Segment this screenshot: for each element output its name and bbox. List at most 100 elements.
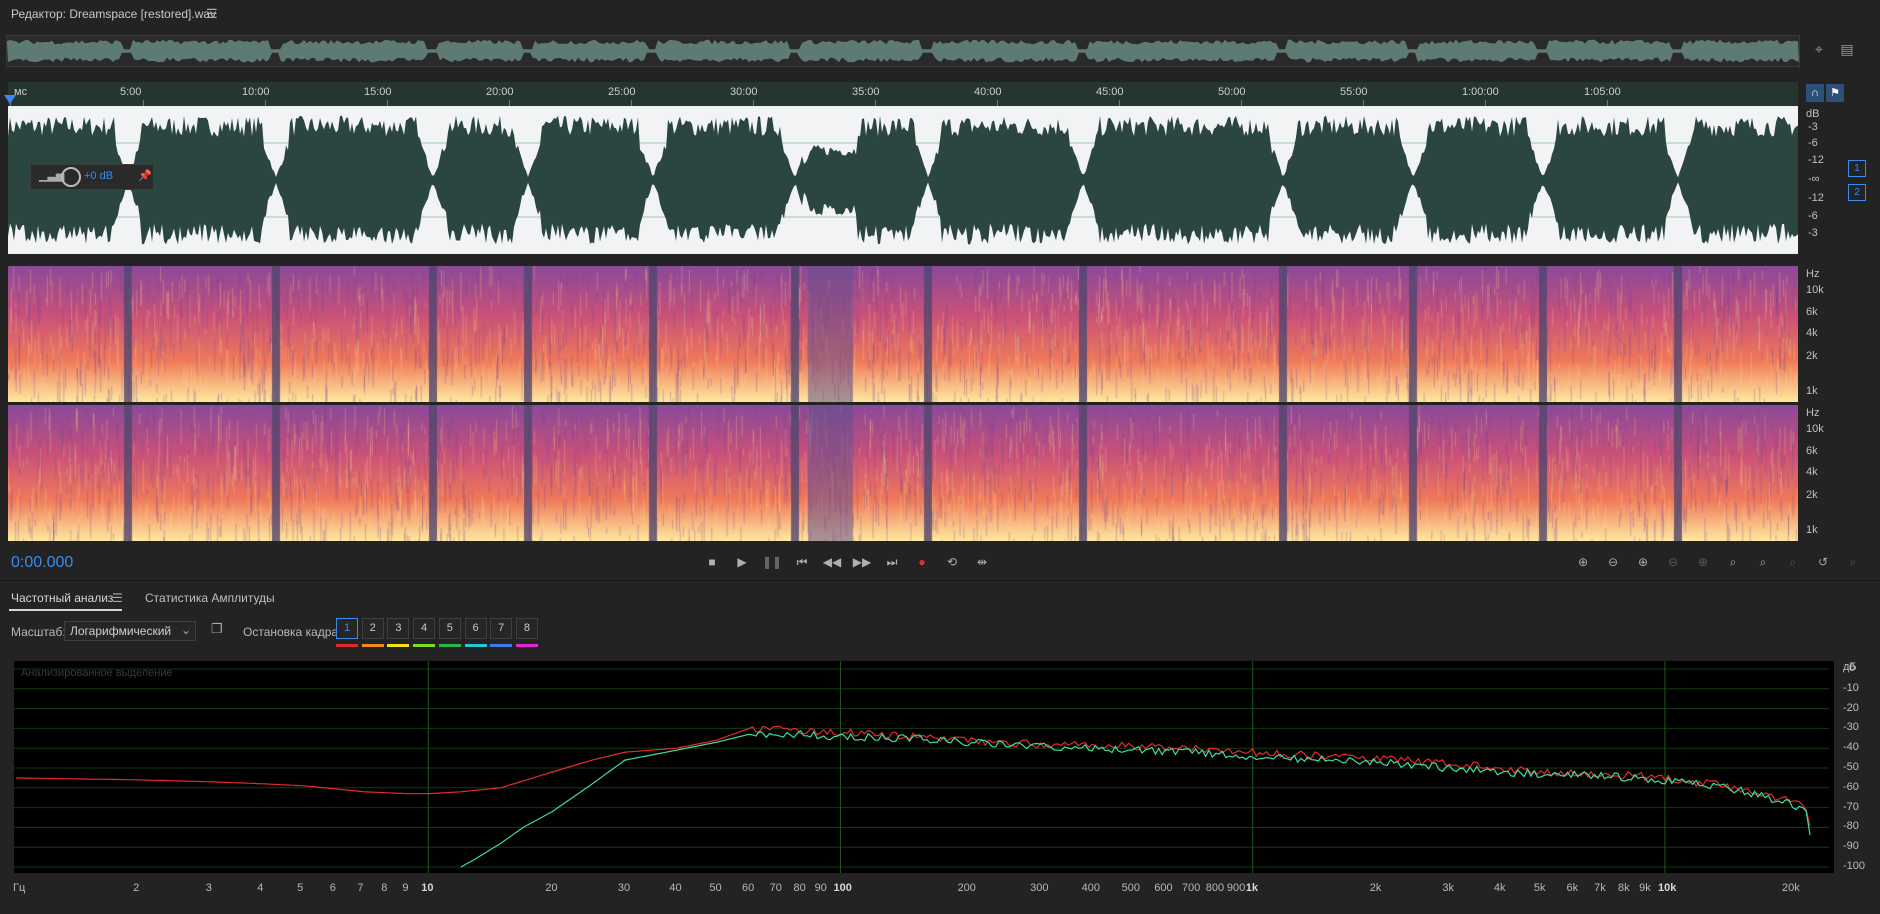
waveform-display[interactable] (8, 106, 1798, 254)
x-tick-label: 100 (833, 882, 852, 894)
freeze-frame-5-checkbox[interactable]: 5 (438, 618, 461, 639)
ruler-tick-label: 25:00 (608, 86, 636, 98)
scale-select[interactable]: Логарифмический ⌄ (64, 621, 196, 641)
zoom-reset-icon[interactable]: ↺ (1811, 551, 1835, 573)
freeze-frame-4-checkbox[interactable]: 4 (413, 618, 436, 639)
analysis-toolbar: Масштаб: Логарифмический ⌄ ❐ Остановка к… (0, 618, 1880, 648)
zoom-fit-icon[interactable]: ⌕ (1841, 551, 1865, 573)
x-tick-label: 60 (742, 882, 755, 894)
display-options-icon[interactable]: ❐ (211, 621, 223, 637)
freeze-frame-color-swatch (387, 644, 410, 647)
x-axis: Гц 2 3 4 5 6 7 8 9 10 20 30 40 50 60 70 80 90 100 200 300 400… (13, 880, 1833, 902)
x-tick-label: 9k (1639, 882, 1651, 894)
frequency-plot[interactable]: Анализированное выделение (13, 660, 1835, 874)
x-tick-label: 10k (1657, 882, 1677, 894)
spectral-scale-label: 6k (1806, 306, 1818, 318)
ruler-tick-label: 15:00 (364, 86, 392, 98)
panel-divider (0, 580, 1880, 581)
y-tick-label: -90 (1843, 840, 1859, 853)
zoom-in-out-point-icon[interactable]: ⌕ (1721, 551, 1745, 573)
ruler-tick-label: 1:05:00 (1584, 86, 1621, 98)
freeze-frame-8-checkbox[interactable]: 8 (515, 618, 538, 639)
spectral-scale-unit: Hz (1806, 268, 1820, 280)
x-tick-label: 900 (1226, 882, 1246, 894)
spectral-display-channel-1[interactable] (8, 266, 1798, 402)
zoom-out-time-icon[interactable]: ⊖ (1661, 551, 1685, 573)
freeze-frame-6-checkbox[interactable]: 6 (464, 618, 487, 639)
x-tick-label: 200 (957, 882, 976, 894)
freeze-frame-7-checkbox[interactable]: 7 (490, 618, 513, 639)
zoom-out-full-icon[interactable]: ⌕ (1781, 551, 1805, 573)
y-tick-label: 0 (1849, 662, 1856, 674)
ruler-tick-label: 1:00:00 (1462, 86, 1499, 98)
fast-forward-icon[interactable]: ▶▶ (850, 551, 874, 573)
title-bar: Редактор: Dreamspace [restored].wav ☰ (0, 0, 1880, 28)
spectral-display-channel-2[interactable] (8, 405, 1798, 541)
panel-layout-icon[interactable]: ▤ (1838, 40, 1856, 58)
freeze-frame-color-swatch (464, 644, 487, 647)
y-tick-label: -50 (1843, 761, 1859, 773)
tab-menu-icon[interactable]: ☰ (112, 591, 123, 605)
x-tick-label: 8 (381, 882, 388, 894)
playhead-marker[interactable] (4, 95, 16, 104)
x-tick-label: 400 (1081, 882, 1101, 894)
freeze-frame-2-checkbox[interactable]: 2 (361, 618, 384, 639)
gain-knob-icon[interactable] (61, 167, 81, 187)
rewind-icon[interactable]: ◀◀ (820, 551, 844, 573)
freeze-frame-color-swatch (361, 644, 384, 647)
channel-1-toggle[interactable]: 1 (1848, 160, 1866, 177)
skip-start-icon[interactable]: ⏮ (790, 551, 814, 573)
x-tick-label: 800 (1205, 882, 1225, 894)
x-tick-label: 2k (1369, 882, 1382, 894)
x-tick-label: 5k (1533, 882, 1546, 894)
zoom-navigator-icon[interactable]: ⌖ (1810, 40, 1828, 58)
freeze-frame-label: Остановка кадра: (243, 625, 342, 639)
snap-icon[interactable]: ∩ (1806, 84, 1824, 102)
play-icon[interactable]: ▶ (730, 551, 754, 573)
wave-scale-label: -12 (1808, 154, 1824, 166)
x-tick-label: 700 (1181, 882, 1201, 894)
skip-end-icon[interactable]: ⏭ (880, 551, 904, 573)
pause-icon[interactable]: ❚❚ (760, 551, 784, 573)
overview-waveform[interactable] (6, 35, 1800, 67)
editor-title: Редактор: Dreamspace [restored].wav (11, 7, 217, 21)
x-tick-label: 1k (1245, 882, 1258, 894)
freeze-frame-3-checkbox[interactable]: 3 (387, 618, 410, 639)
zoom-out-amplitude-icon[interactable]: ⊖ (1601, 551, 1625, 573)
record-icon[interactable]: ● (910, 551, 934, 573)
x-tick-label: 2 (133, 882, 140, 894)
x-tick-label: 3k (1442, 882, 1455, 894)
zoom-in-amplitude-icon[interactable]: ⊕ (1571, 551, 1595, 573)
marker-icon[interactable]: ⚑ (1826, 84, 1844, 102)
frequency-plot-graphic (14, 661, 1829, 873)
wave-scale-label: -∞ (1808, 173, 1820, 185)
x-tick-label: 50 (709, 882, 722, 894)
hamburger-icon[interactable]: ☰ (206, 6, 218, 22)
x-tick-label: 40 (669, 882, 682, 894)
freeze-frame-1-checkbox[interactable]: 1 (336, 618, 358, 639)
tab-amplitude-statistics[interactable]: Статистика Амплитуды (145, 591, 275, 605)
x-tick-label: 80 (793, 882, 806, 894)
skip-selection-icon[interactable]: ⇹ (970, 551, 994, 573)
x-tick-label: 600 (1154, 882, 1173, 894)
pin-icon[interactable]: 📌 (138, 169, 152, 182)
stop-icon[interactable]: ■ (700, 551, 724, 573)
gain-hud[interactable]: ▁▃▅ +0 dB 📌 (30, 164, 154, 190)
spectrum-series-1-line (15, 725, 1811, 827)
spectral-scale-label: 10k (1806, 284, 1824, 296)
tab-frequency-analysis[interactable]: Частотный анализ (11, 591, 113, 605)
freeze-frame-color-swatch (413, 644, 436, 647)
loop-icon[interactable]: ⟲ (940, 551, 964, 573)
gain-value: +0 dB (84, 170, 114, 182)
channel-2-toggle[interactable]: 2 (1848, 184, 1866, 201)
zoom-in-time-icon[interactable]: ⊕ (1631, 551, 1655, 573)
overview-waveform-graphic (7, 39, 1799, 63)
current-time[interactable]: 0:00.000 (11, 554, 73, 572)
zoom-in-in-point-icon[interactable]: ⊕ (1691, 551, 1715, 573)
ruler-tick-label: 20:00 (486, 86, 514, 98)
ruler-tick-label: 50:00 (1218, 86, 1246, 98)
ruler-tick-label: 35:00 (852, 86, 880, 98)
zoom-selection-icon[interactable]: ⌕ (1751, 551, 1775, 573)
time-ruler[interactable]: мс 5:00 10:00 15:00 20:00 25:00 30:00 35:00 40:0… (8, 82, 1798, 106)
x-tick-label: 5 (297, 882, 304, 894)
